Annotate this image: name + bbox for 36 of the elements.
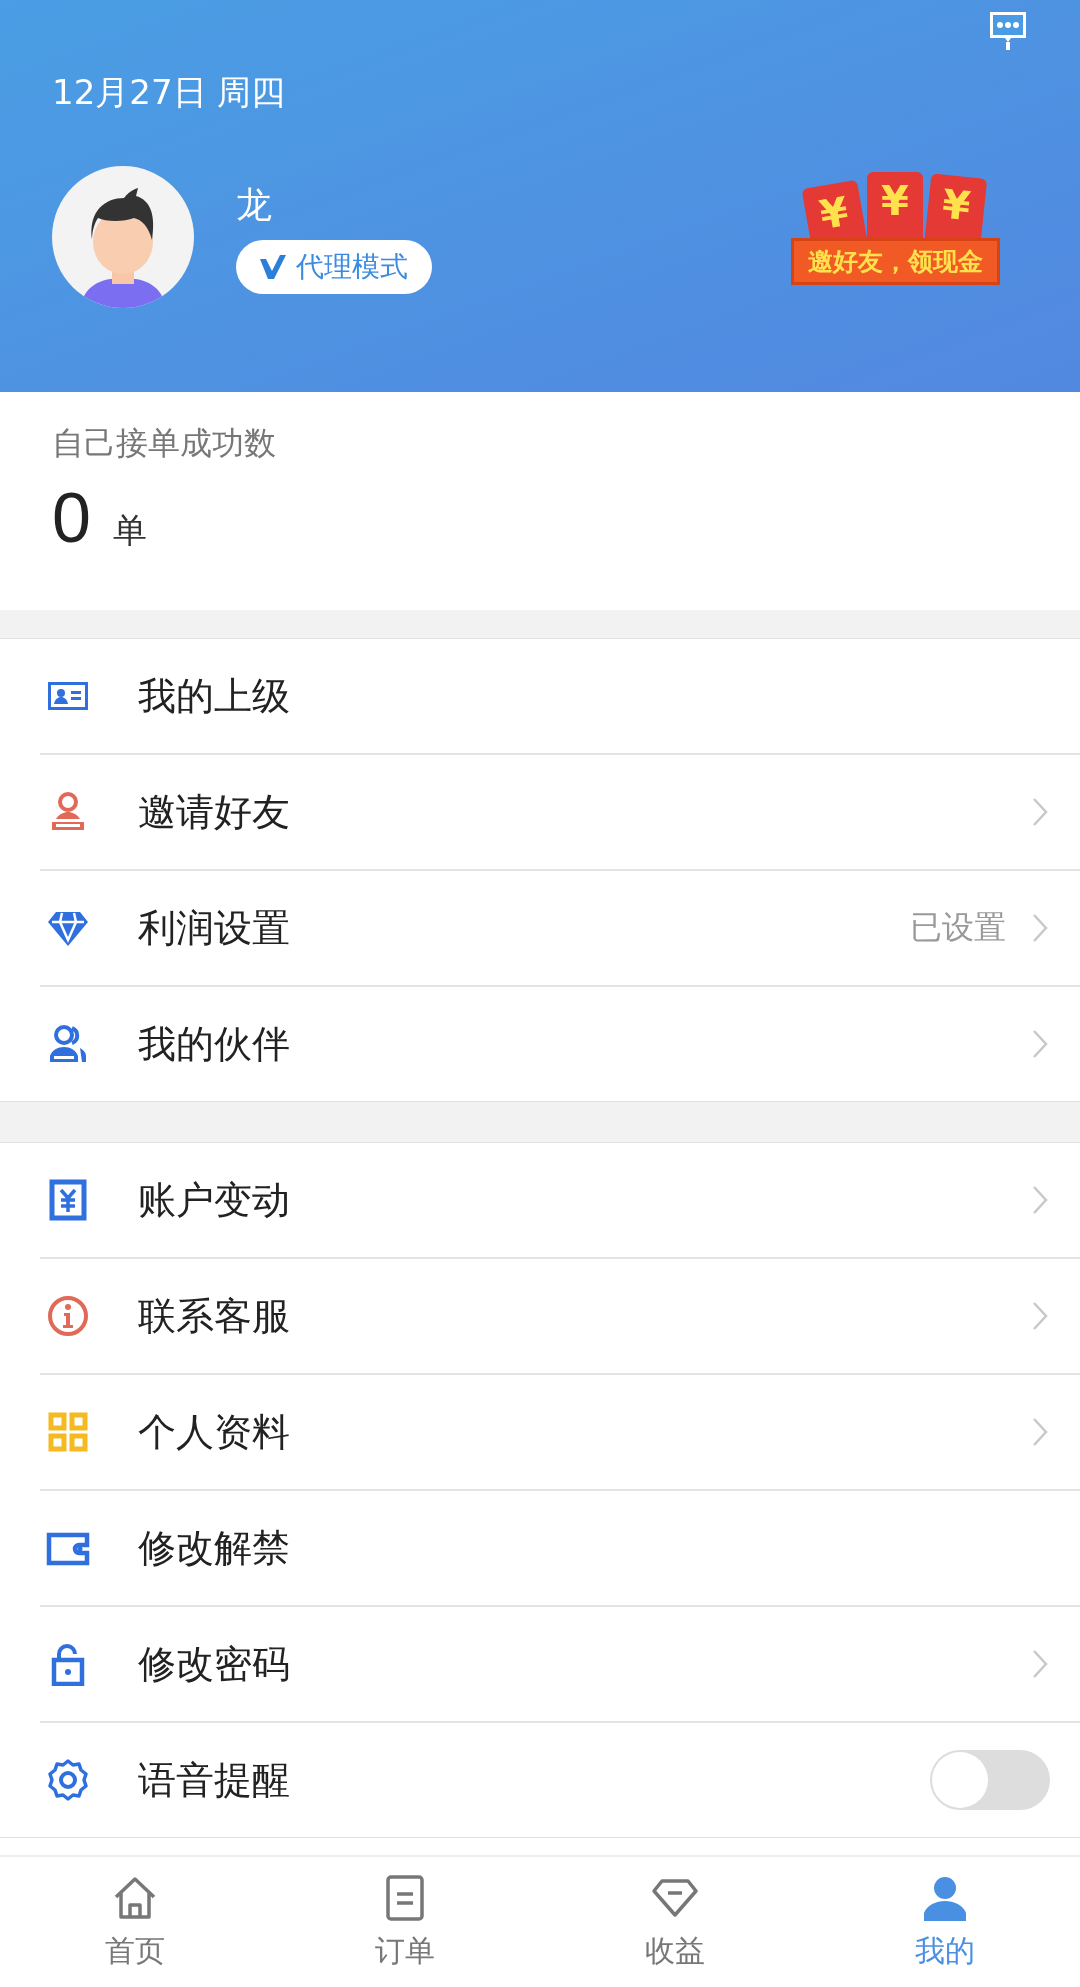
menu-label: 修改解禁 <box>138 1524 290 1572</box>
menu-label: 我的上级 <box>138 672 290 720</box>
status-text: 已设置 <box>910 907 1006 948</box>
menu-label: 修改密码 <box>138 1640 290 1688</box>
menu-row[interactable]: 账户变动 <box>40 1143 1080 1257</box>
unit-label: 单 <box>112 509 147 552</box>
menu-label: 利润设置 <box>138 904 290 952</box>
toggle-switch[interactable] <box>930 1750 1050 1810</box>
menu-label: 账户变动 <box>138 1176 290 1224</box>
menu-row[interactable]: 个人资料 <box>40 1373 1080 1489</box>
gear-icon <box>46 1758 90 1802</box>
v-icon <box>258 252 288 281</box>
menu-label: 语音提醒 <box>138 1756 290 1804</box>
menu-label: 我的伙伴 <box>138 1020 290 1068</box>
menu-row[interactable]: 我的上级 <box>40 639 1080 753</box>
nav-tab[interactable]: 收益 <box>540 1857 810 1987</box>
info-icon <box>46 1294 90 1338</box>
menu-row[interactable]: 联系客服 <box>40 1257 1080 1373</box>
order-count: 0 <box>52 478 91 558</box>
user-name: 龙 <box>236 182 272 227</box>
avatar[interactable] <box>52 166 194 308</box>
banner-ribbon: 邀好友，领现金 <box>790 238 1000 285</box>
menu-row[interactable]: 邀请好友 <box>40 753 1080 869</box>
menu-label: 邀请好友 <box>138 788 290 836</box>
menu-label: 个人资料 <box>138 1408 290 1456</box>
stats-label: 自己接单成功数 <box>52 423 277 464</box>
menu-row[interactable]: 我的伙伴 <box>40 985 1080 1101</box>
menu-row[interactable]: 修改密码 <box>40 1605 1080 1721</box>
menu-label: 联系客服 <box>138 1292 290 1340</box>
mode-badge[interactable]: 代理模式 <box>236 239 432 294</box>
date-text: 12月27日 周四 <box>52 71 287 114</box>
nav-tab[interactable]: 订单 <box>270 1857 540 1987</box>
grid-icon <box>46 1410 90 1454</box>
menu-row[interactable]: 利润设置 已设置 <box>40 869 1080 985</box>
nav-tab[interactable]: 首页 <box>0 1857 270 1987</box>
menu-row[interactable]: 修改解禁 <box>40 1489 1080 1605</box>
